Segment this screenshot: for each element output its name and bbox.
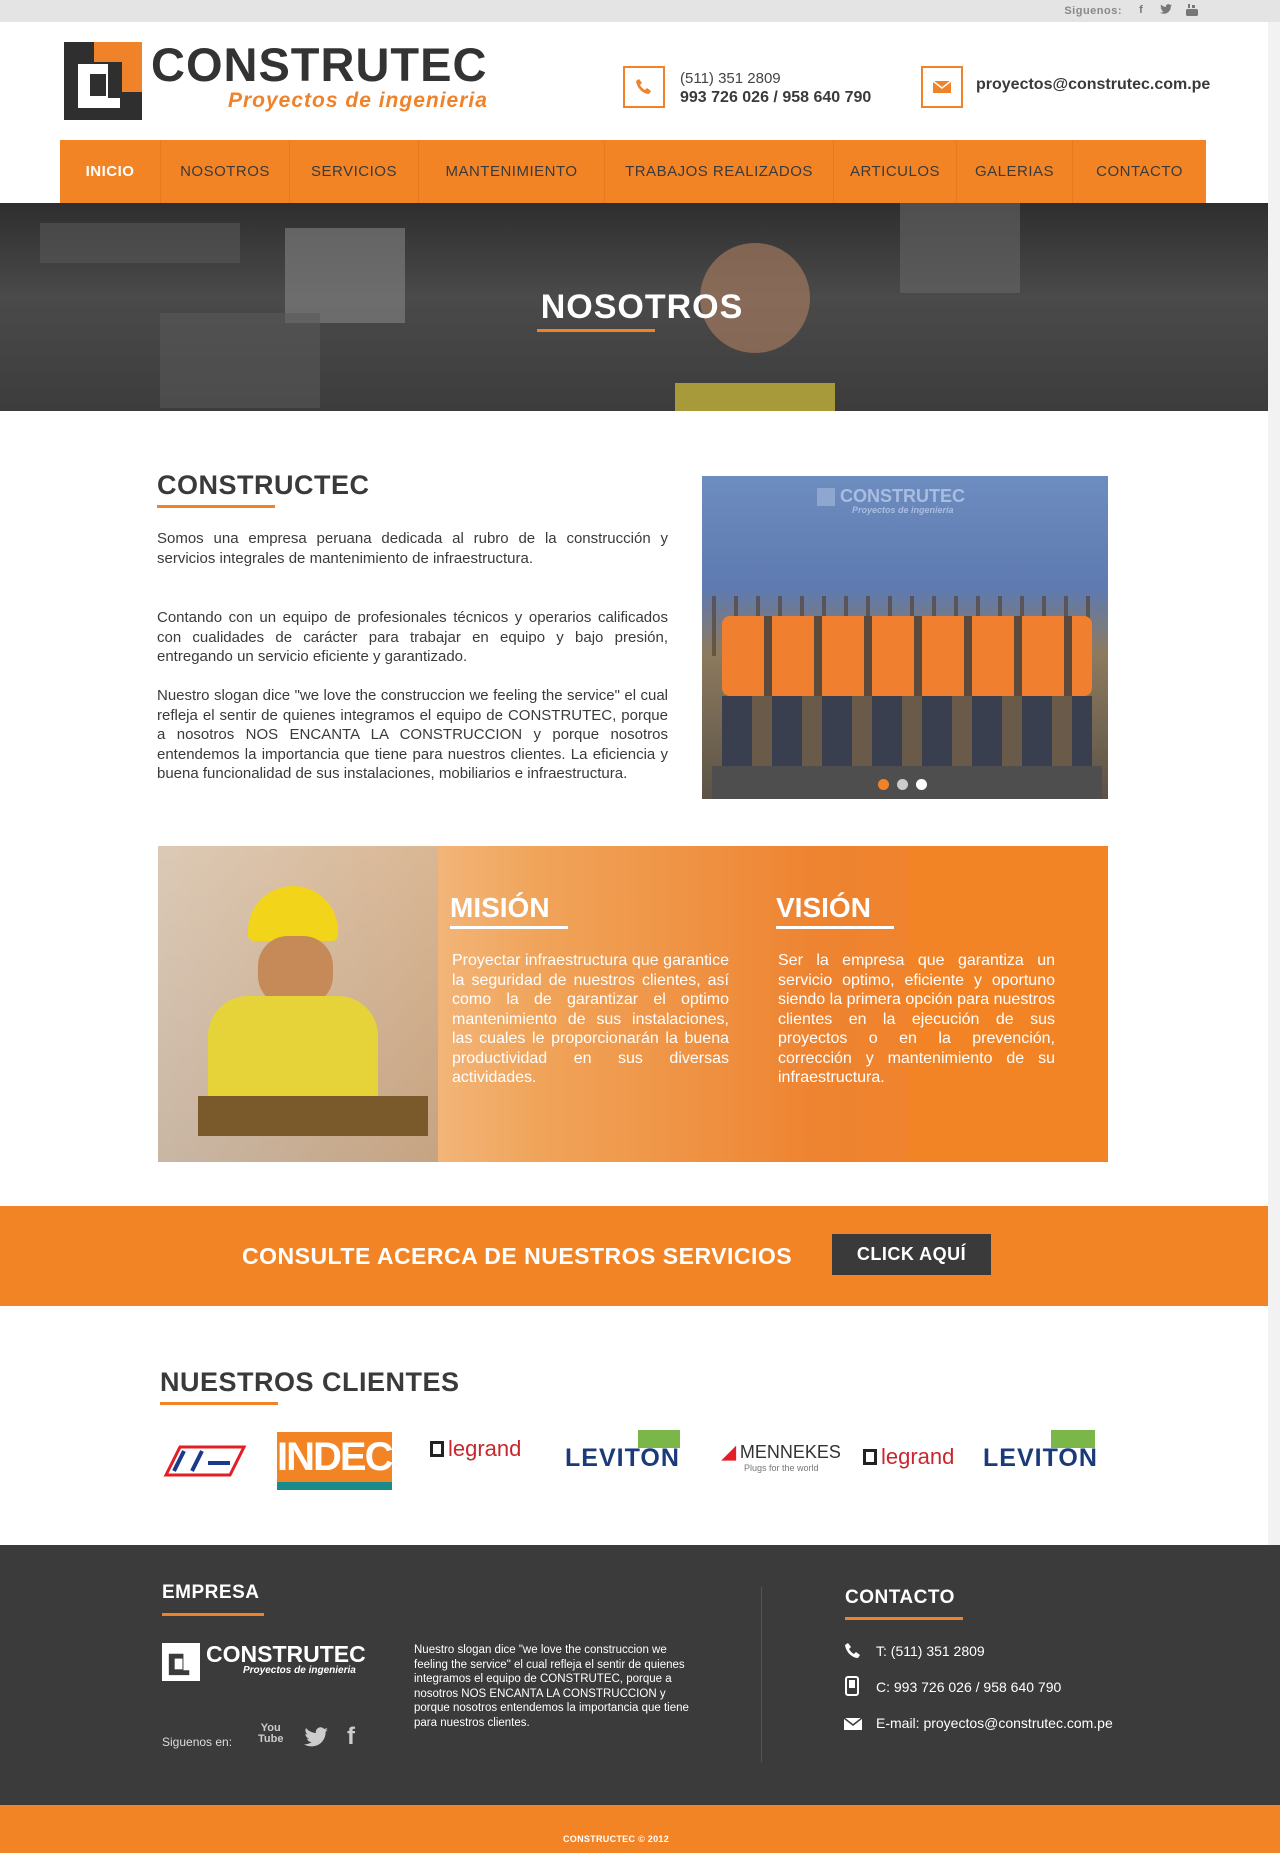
facebook-icon[interactable]: f [1135, 4, 1147, 17]
footer-logo-subtitle: Proyectos de ingenieria [243, 1665, 356, 1676]
facebook-icon[interactable]: f [347, 1723, 355, 1751]
clients-heading-underline [160, 1402, 278, 1405]
footer-follow-label: Siguenos en: [162, 1735, 233, 1749]
right-edge-strip [1268, 22, 1280, 1805]
footer-contacto-heading: CONTACTO [845, 1587, 955, 1608]
tool-belt [198, 1096, 428, 1136]
header-phone[interactable]: (511) 351 2809 [680, 70, 781, 87]
about-paragraph-1: Somos una empresa peruana dedicada al ru… [157, 530, 668, 567]
top-bar: Siguenos: f [0, 0, 1280, 22]
team-photo-slider[interactable]: CONSTRUTEC Proyectos de ingenieria [702, 476, 1108, 799]
follow-label: Siguenos: [1064, 5, 1122, 17]
client-logo-mennekes: ◢ MENNEKES Plugs for the world [722, 1442, 841, 1473]
click-here-button[interactable]: CLICK AQUÍ [832, 1234, 991, 1275]
nav-item-servicios[interactable]: SERVICIOS [290, 140, 419, 203]
footer-mobile[interactable]: C: 993 726 026 / 958 640 790 [876, 1679, 1061, 1695]
twitter-icon[interactable] [303, 1727, 329, 1749]
phone-icon [845, 1643, 860, 1658]
slider-dot-1[interactable] [878, 779, 889, 790]
footer-contacto-underline [845, 1617, 963, 1620]
vision-text: Ser la empresa que garantiza un servicio… [778, 952, 1055, 1086]
photo-logo-mark [817, 488, 835, 506]
nav-item-articulos[interactable]: ARTICULOS [834, 140, 957, 203]
mission-title-underline [450, 926, 568, 929]
twitter-icon[interactable] [1160, 4, 1172, 17]
phone-icon [623, 66, 665, 108]
client-logo-leviton-1: LEVITON [565, 1430, 680, 1473]
ceiling-vent [160, 313, 320, 408]
youtube-icon[interactable] [1186, 4, 1198, 17]
logo-subtitle: Proyectos de ingenieria [228, 89, 488, 112]
mail-icon [843, 1717, 863, 1730]
logo-mark-icon [64, 42, 142, 120]
team-members [722, 616, 1092, 696]
footer-divider [761, 1587, 762, 1762]
team-members-legs [722, 696, 1092, 766]
hero-title-underline [537, 329, 655, 332]
logo-title: CONSTRUTEC [151, 38, 488, 91]
nav-item-contacto[interactable]: CONTACTO [1073, 140, 1206, 203]
footer-logo[interactable]: CONSTRUTEC Proyectos de ingenieria [162, 1641, 382, 1683]
about-paragraph-3: Nuestro slogan dice "we love the constru… [157, 687, 668, 782]
footer-slogan-text: Nuestro slogan dice "we love the constru… [414, 1644, 689, 1729]
bottom-bar: CONSTRUCTEC © 2012 [0, 1805, 1280, 1853]
copyright: CONSTRUCTEC © 2012 [562, 1834, 670, 1844]
client-logo-legrand-1: legrand [430, 1436, 521, 1462]
footer-empresa-heading: EMPRESA [162, 1582, 260, 1603]
footer-phone[interactable]: T: (511) 351 2809 [876, 1643, 985, 1659]
nav-item-galerias[interactable]: GALERIAS [957, 140, 1073, 203]
client-logo-leviton-2: LEVITON [983, 1430, 1098, 1473]
mobile-icon [845, 1676, 859, 1696]
worker-vest [675, 383, 835, 411]
header-mobile[interactable]: 993 726 026 / 958 640 790 [680, 89, 871, 107]
slider-dot-2[interactable] [897, 779, 908, 790]
page: Siguenos: f CONSTRUTEC Proyectos de inge… [0, 0, 1280, 1853]
mission-title: MISIÓN [450, 892, 550, 923]
cta-banner: CONSULTE ACERCA DE NUESTROS SERVICIOS CL… [0, 1206, 1268, 1306]
mission-vision-banner: MISIÓN Proyectar infraestructura que gar… [158, 846, 1108, 1162]
footer: EMPRESA CONSTRUTEC Proyectos de ingenier… [0, 1545, 1280, 1805]
footer-logo-mark-icon [162, 1643, 200, 1681]
photo-logo-title: CONSTRUTEC [840, 486, 965, 506]
about-heading-underline [157, 505, 275, 508]
hero-title: NOSOTROS [540, 288, 744, 326]
youtube-icon[interactable]: You Tube [258, 1723, 283, 1745]
footer-email[interactable]: E-mail: proyectos@construtec.com.pe [876, 1715, 1113, 1731]
site-logo[interactable]: CONSTRUTEC Proyectos de ingenieria [64, 38, 504, 120]
nav-item-nosotros[interactable]: NOSOTROS [161, 140, 290, 203]
footer-logo-title: CONSTRUTEC [206, 1641, 366, 1667]
cta-text: CONSULTE ACERCA DE NUESTROS SERVICIOS [242, 1243, 793, 1269]
slider-dot-3[interactable] [916, 779, 927, 790]
header-email[interactable]: proyectos@construtec.com.pe [976, 76, 1210, 94]
nav-item-inicio[interactable]: INICIO [60, 140, 161, 203]
clients-heading: NUESTROS CLIENTES [160, 1367, 460, 1397]
client-logo-1 [163, 1445, 246, 1477]
mail-icon [921, 66, 963, 108]
vision-title-underline [776, 926, 894, 929]
client-logo-legrand-2: legrand [863, 1444, 954, 1470]
main-nav: INICIO NOSOTROS SERVICIOS MANTENIMIENTO … [60, 140, 1206, 203]
footer-empresa-underline [162, 1613, 264, 1616]
nav-item-mantenimiento[interactable]: MANTENIMIENTO [419, 140, 605, 203]
client-logo-indeco: INDECO [277, 1432, 423, 1490]
photo-logo-subtitle: Proyectos de ingenieria [852, 505, 954, 515]
hero-banner: NOSOTROS [0, 203, 1268, 411]
mission-text: Proyectar infraestructura que garantice … [452, 952, 729, 1086]
ceiling-panel [900, 203, 1020, 293]
nav-item-trabajos-realizados[interactable]: TRABAJOS REALIZADOS [605, 140, 834, 203]
about-heading: CONSTRUCTEC [157, 470, 370, 500]
about-paragraph-2: Contando con un equipo de profesionales … [157, 609, 668, 665]
ceiling-panel [40, 223, 240, 263]
vision-title: VISIÓN [776, 892, 871, 923]
